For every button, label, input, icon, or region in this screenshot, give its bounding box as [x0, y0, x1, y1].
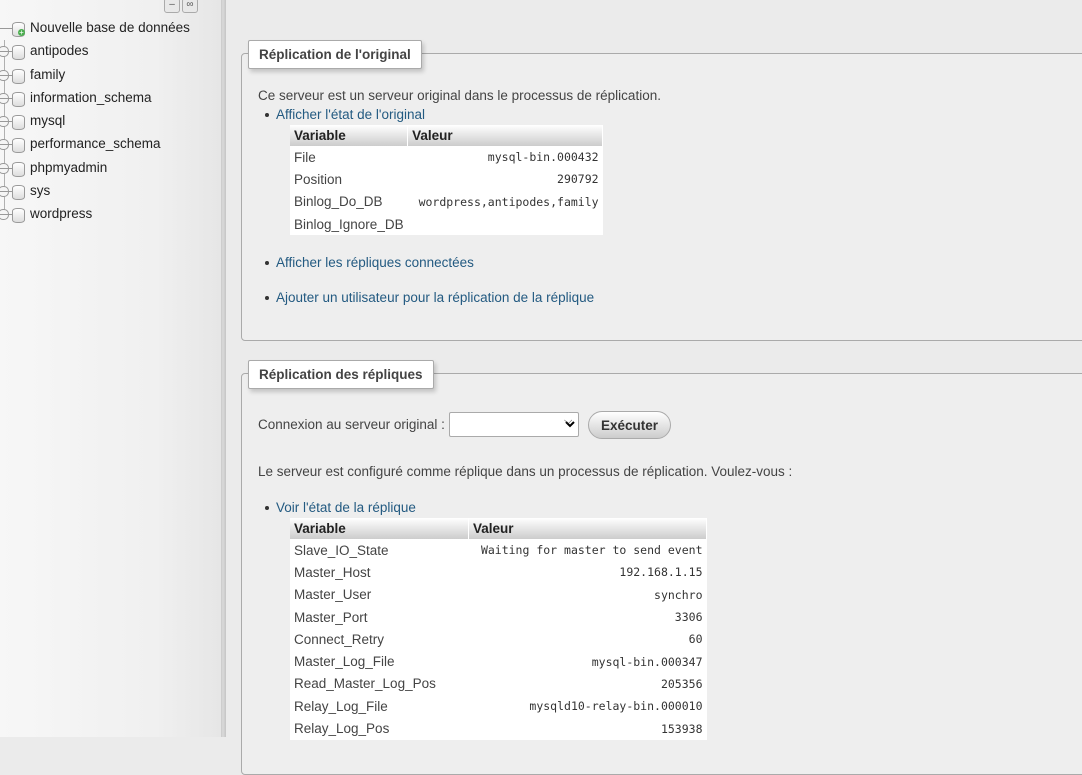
database-name[interactable]: family: [30, 67, 65, 82]
nav-toolbar: – ∞: [164, 0, 200, 13]
variable-cell: Binlog_Do_DB: [294, 194, 383, 210]
value-cell: mysql-bin.000347: [591, 654, 703, 669]
replica-replication-legend: Réplication des répliques: [248, 360, 434, 389]
variable-cell: File: [294, 149, 316, 165]
column-header-variable[interactable]: Variable: [290, 518, 469, 539]
connection-label: Connexion au serveur original :: [258, 417, 445, 432]
table-row: Master_User synchro: [290, 584, 707, 606]
variable-cell: Binlog_Ignore_DB: [294, 216, 404, 232]
table-row: Slave_IO_State Waiting for master to sen…: [290, 539, 707, 561]
database-icon: [12, 91, 25, 107]
link-icon[interactable]: ∞: [182, 0, 198, 13]
original-server-select[interactable]: [449, 412, 579, 437]
show-replicas-item: Afficher les répliques connectées: [265, 255, 474, 270]
variable-cell: Relay_Log_File: [294, 698, 388, 714]
table-row: Master_Log_File mysql-bin.000347: [290, 650, 707, 672]
original-status-item: Afficher l'état de l'original: [265, 107, 425, 122]
replica-status-item: Voir l'état de la réplique: [265, 500, 416, 515]
database-name[interactable]: performance_schema: [30, 136, 161, 151]
table-header-row: Variable Valeur: [290, 125, 604, 146]
variable-cell: Master_User: [294, 587, 372, 603]
tree-item-database[interactable]: mysql: [0, 110, 221, 134]
value-cell: 290792: [557, 172, 599, 187]
show-connected-replicas-link[interactable]: Afficher les répliques connectées: [276, 255, 474, 270]
original-intro-text: Ce serveur est un serveur original dans …: [258, 88, 661, 103]
database-icon: [12, 45, 25, 61]
table-header-row: Variable Valeur: [290, 518, 707, 539]
table-row: Connect_Retry 60: [290, 628, 707, 650]
table-row: Master_Host 192.168.1.15: [290, 561, 707, 583]
value-cell: mysqld10-relay-bin.000010: [529, 699, 703, 714]
database-name[interactable]: phpmyadmin: [30, 160, 107, 175]
value-cell: Waiting for master to send event: [480, 543, 703, 558]
value-cell: 192.168.1.15: [619, 565, 703, 580]
table-row: Position 290792: [290, 168, 603, 190]
database-tree: + Nouvelle base de données antipodes fam…: [0, 17, 221, 227]
new-database-link[interactable]: Nouvelle base de données: [30, 20, 190, 35]
show-replica-status-link[interactable]: Voir l'état de la réplique: [276, 500, 416, 515]
add-replication-user-link[interactable]: Ajouter un utilisateur pour la réplicati…: [276, 290, 594, 305]
value-cell: 3306: [674, 610, 703, 625]
database-name[interactable]: antipodes: [30, 43, 89, 58]
database-icon: [12, 208, 25, 224]
value-cell: wordpress,antipodes,family: [418, 194, 599, 209]
table-row: Binlog_Ignore_DB: [290, 213, 603, 235]
execute-button[interactable]: Exécuter: [588, 411, 672, 439]
tree-item-database[interactable]: information_schema: [0, 86, 221, 111]
variable-cell: Master_Host: [294, 564, 371, 580]
add-icon: +: [18, 28, 25, 37]
replica-replication-fieldset: Réplication des répliques Connexion au s…: [241, 360, 1082, 775]
table-row: Master_Port 3306: [290, 606, 707, 628]
tree-item-database[interactable]: antipodes: [0, 40, 221, 64]
variable-cell: Connect_Retry: [294, 631, 385, 647]
tree-item-database[interactable]: wordpress: [0, 203, 221, 226]
column-header-variable[interactable]: Variable: [290, 125, 409, 146]
tree-item-database[interactable]: phpmyadmin: [0, 156, 221, 181]
tree-item-database[interactable]: family: [0, 63, 221, 87]
variable-cell: Relay_Log_Pos: [294, 721, 390, 737]
table-row: Read_Master_Log_Pos 205356: [290, 673, 707, 695]
replica-intro-text: Le serveur est configuré comme réplique …: [258, 464, 793, 479]
navigation-panel: – ∞ + Nouvelle base de données antipodes …: [0, 0, 221, 737]
tree-item-database[interactable]: performance_schema: [0, 133, 221, 157]
value-cell: 205356: [660, 676, 703, 691]
show-original-status-link[interactable]: Afficher l'état de l'original: [276, 107, 425, 122]
collapse-all-icon[interactable]: –: [164, 0, 180, 13]
replica-status-table: Variable Valeur Slave_IO_State Waiting f…: [290, 518, 707, 740]
database-icon: [12, 161, 25, 177]
value-cell: 153938: [660, 721, 703, 736]
column-header-value[interactable]: Valeur: [468, 518, 707, 539]
table-row: Relay_Log_Pos 153938: [290, 717, 707, 739]
database-icon: [12, 185, 25, 201]
original-status-table: Variable Valeur File mysql-bin.000432 Po…: [290, 125, 604, 236]
original-replication-legend: Réplication de l'original: [248, 40, 422, 69]
value-cell: mysql-bin.000432: [487, 150, 599, 165]
value-cell: [408, 213, 603, 235]
column-header-value[interactable]: Valeur: [407, 125, 604, 146]
database-icon: [12, 115, 25, 131]
original-replication-fieldset: Réplication de l'original Ce serveur est…: [241, 40, 1082, 341]
variable-cell: Slave_IO_State: [294, 542, 389, 558]
database-name[interactable]: wordpress: [30, 206, 92, 221]
database-name[interactable]: information_schema: [30, 90, 152, 105]
table-row: Binlog_Do_DB wordpress,antipodes,family: [290, 191, 603, 213]
database-icon: [12, 138, 25, 154]
main-content: Réplication de l'original Ce serveur est…: [226, 0, 1082, 775]
tree-item-database[interactable]: sys: [0, 180, 221, 204]
variable-cell: Master_Port: [294, 609, 368, 625]
database-name[interactable]: sys: [30, 183, 50, 198]
value-cell: synchro: [654, 587, 703, 602]
variable-cell: Position: [294, 171, 343, 187]
database-name[interactable]: mysql: [30, 113, 65, 128]
value-cell: 60: [688, 632, 703, 647]
table-row: File mysql-bin.000432: [290, 146, 603, 168]
table-row: Relay_Log_File mysqld10-relay-bin.000010: [290, 695, 707, 717]
variable-cell: Master_Log_File: [294, 654, 395, 670]
tree-connector: [0, 28, 12, 29]
database-icon: [12, 68, 25, 84]
tree-item-new-database[interactable]: + Nouvelle base de données: [0, 17, 221, 40]
variable-cell: Read_Master_Log_Pos: [294, 676, 436, 692]
add-replication-user-item: Ajouter un utilisateur pour la réplicati…: [264, 290, 594, 305]
